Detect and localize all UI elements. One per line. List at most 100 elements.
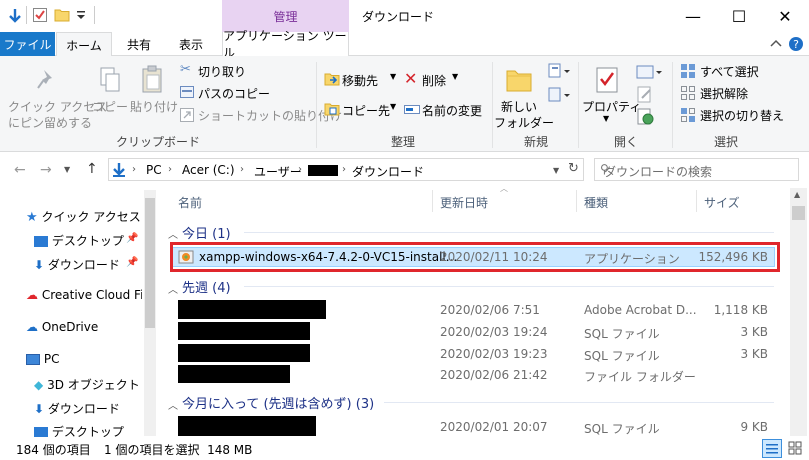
properties-icon [596, 67, 618, 93]
help-icon[interactable]: ? [788, 36, 804, 52]
copy-to-button[interactable]: コピー先 ▼ [324, 100, 400, 120]
up-arrow-icon[interactable]: ↑ [86, 161, 98, 177]
downloads-location-icon [113, 163, 125, 177]
close-button[interactable]: ✕ [762, 0, 808, 32]
nav-scrollbar-thumb[interactable] [145, 198, 155, 328]
breadcrumb-pc[interactable]: PC [146, 163, 162, 177]
paste-shortcut-button[interactable]: ショートカットの貼り付け [178, 106, 342, 124]
move-to-button[interactable]: 移動先 ▼ [324, 70, 400, 90]
desktop-icon [34, 236, 48, 247]
nav-creative-cloud[interactable]: ☁ Creative Cloud Files [26, 288, 142, 302]
properties-arrow-icon[interactable] [8, 8, 22, 24]
folder-icon[interactable] [54, 8, 70, 22]
invert-selection-label: 選択の切り替え [700, 109, 785, 123]
collapse-ribbon-icon[interactable] [770, 39, 782, 49]
breadcrumb-chevron-icon[interactable]: › [298, 164, 302, 175]
download-arrow-icon: ⬇ [34, 402, 45, 416]
group-header-today[interactable]: 今日 (1) [182, 223, 231, 242]
copy-to-icon [324, 103, 340, 116]
breadcrumb-chevron-icon[interactable]: › [132, 164, 136, 175]
checklist-icon[interactable] [32, 7, 48, 23]
pin-icon: 📌 [126, 257, 139, 268]
properties-button[interactable]: プロパティ ▼ [582, 62, 641, 128]
file-list-scrollbar-thumb[interactable] [792, 206, 805, 220]
file-list-scrollbar[interactable] [790, 188, 807, 436]
pin-quick-access-button[interactable]: クイック アクセス にピン留めする [6, 62, 107, 130]
column-header-name[interactable]: 名前 [178, 194, 202, 211]
scroll-up-icon[interactable]: ▲ [794, 190, 800, 199]
select-none-button[interactable]: 選択解除 [680, 84, 770, 102]
maximize-button[interactable]: ☐ [716, 0, 762, 32]
copy-button[interactable]: コピー [90, 62, 130, 122]
nav-downloads[interactable]: ⬇ ダウンロード [34, 256, 120, 273]
breadcrumb-drive[interactable]: Acer (C:) [182, 163, 235, 177]
new-folder-icon [506, 70, 532, 92]
new-item-icon[interactable] [548, 62, 572, 80]
rename-button[interactable]: 名前の変更 [404, 100, 488, 120]
invert-selection-button[interactable]: 選択の切り替え [680, 106, 790, 124]
file-date: 2020/02/01 20:07 [440, 420, 548, 434]
edit-icon[interactable] [636, 86, 656, 104]
minimize-button[interactable]: — [670, 0, 716, 32]
nav-3d-objects[interactable]: ◆ 3D オブジェクト [34, 376, 140, 393]
group-collapse-icon[interactable]: ︿ [168, 226, 178, 241]
large-icons-view-button[interactable] [786, 439, 806, 458]
redacted-file-name [178, 365, 290, 383]
nav-desktop[interactable]: デスクトップ [34, 232, 124, 249]
column-header-size[interactable]: サイズ [704, 194, 740, 211]
breadcrumb-chevron-icon[interactable]: › [168, 164, 172, 175]
open-icon[interactable] [636, 64, 664, 80]
recent-dropdown-icon[interactable]: ▼ [64, 165, 70, 174]
nav-downloads-pc[interactable]: ⬇ ダウンロード [34, 400, 120, 417]
redacted-file-name [178, 344, 310, 362]
red-highlight-annotation [170, 242, 780, 272]
file-size: 1,118 KB [713, 303, 768, 317]
group-collapse-icon[interactable]: ︿ [168, 281, 178, 296]
onedrive-icon: ☁ [26, 320, 38, 334]
details-view-button[interactable] [762, 439, 782, 458]
nav-onedrive[interactable]: ☁ OneDrive [26, 320, 98, 334]
window-title: ダウンロード [362, 10, 435, 24]
customize-dropdown-icon[interactable] [76, 10, 86, 20]
group-header-this-month[interactable]: 今月に入って (先週は含めず) (3) [182, 393, 374, 412]
tab-application-tools[interactable]: アプリケーション ツール [222, 29, 349, 60]
file-type: SQL ファイル [584, 327, 660, 341]
tab-home[interactable]: ホーム [56, 32, 112, 57]
paste-shortcut-label: ショートカットの貼り付け [198, 109, 343, 123]
forward-arrow-icon[interactable]: → [40, 162, 52, 178]
refresh-icon[interactable]: ↻ [568, 161, 579, 176]
select-group-label: 選択 [713, 135, 738, 149]
sort-up-icon: ︿ [500, 184, 508, 193]
chevron-down-icon: ▼ [603, 114, 610, 123]
back-arrow-icon[interactable]: ← [14, 162, 26, 178]
history-icon[interactable] [636, 108, 656, 126]
cut-button[interactable]: ✂ 切り取り [178, 62, 258, 80]
nav-pc[interactable]: PC [26, 352, 59, 366]
maximize-icon: ☐ [731, 6, 747, 26]
new-folder-button[interactable]: 新しい フォルダー [494, 62, 554, 130]
breadcrumb-downloads[interactable]: ダウンロード [352, 163, 424, 180]
tab-file[interactable]: ファイル [0, 32, 55, 56]
tab-view[interactable]: 表示 [166, 32, 216, 56]
paste-button[interactable]: 貼り付け [130, 62, 178, 122]
delete-button[interactable]: ✕ 削除 ▼ [404, 69, 464, 90]
column-header-modified[interactable]: 更新日時 [440, 194, 488, 211]
file-type: SQL ファイル [584, 422, 660, 436]
column-header-type[interactable]: 種類 [584, 194, 608, 211]
tab-share[interactable]: 共有 [116, 32, 162, 56]
breadcrumb-chevron-icon[interactable]: › [240, 164, 244, 175]
breadcrumb-users[interactable]: ユーザー [254, 163, 302, 180]
nav-quick-access[interactable]: ★ クイック アクセス [26, 208, 141, 225]
copy-label: コピー [91, 100, 128, 114]
ribbon-separator [672, 62, 673, 148]
breadcrumb-chevron-icon[interactable]: › [342, 164, 346, 175]
copy-path-button[interactable]: パスのコピー [178, 84, 278, 102]
select-all-button[interactable]: すべて選択 [680, 62, 770, 80]
group-header-last-week[interactable]: 先週 (4) [182, 277, 231, 296]
easy-access-icon[interactable] [548, 86, 572, 104]
address-box[interactable] [108, 158, 584, 181]
group-collapse-icon[interactable]: ︿ [168, 397, 178, 412]
invert-selection-icon [681, 108, 695, 122]
delete-x-icon: ✕ [404, 69, 418, 88]
address-history-dropdown-icon[interactable]: ▼ [553, 166, 559, 175]
